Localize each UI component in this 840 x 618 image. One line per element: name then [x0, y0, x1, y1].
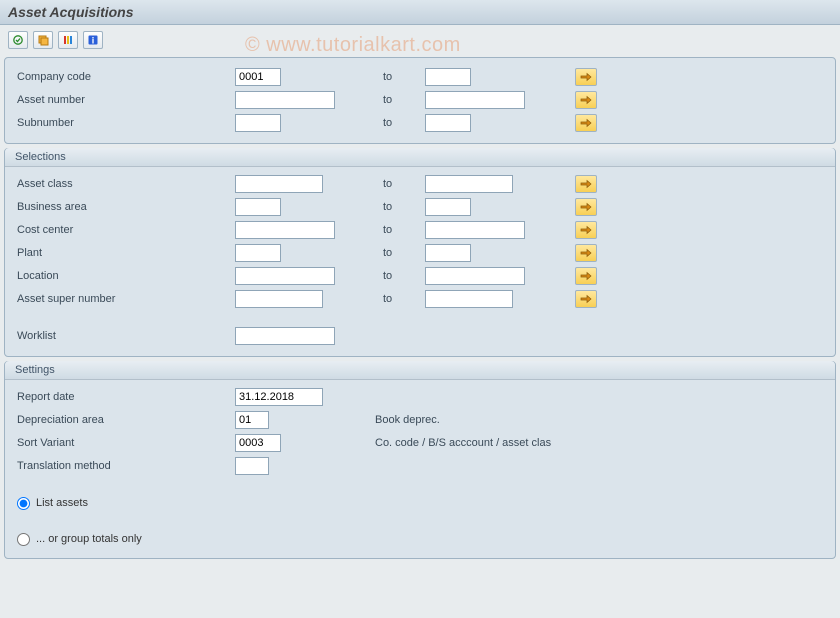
depreciation-area-field[interactable] — [235, 411, 269, 429]
multiple-selection-button[interactable] — [575, 198, 597, 216]
subnumber-label: Subnumber — [15, 117, 235, 129]
selections-header: Selections — [5, 148, 835, 167]
multiple-selection-button[interactable] — [575, 267, 597, 285]
field-row: Asset super number to — [15, 288, 825, 310]
field-row: Plant to — [15, 242, 825, 264]
sort-variant-field[interactable] — [235, 434, 281, 452]
cost-center-from[interactable] — [235, 221, 335, 239]
list-assets-label: List assets — [36, 497, 88, 509]
field-row: Company code to — [15, 66, 825, 88]
asset-super-number-to[interactable] — [425, 290, 513, 308]
depreciation-area-desc: Book deprec. — [365, 414, 665, 426]
main-selection-panel: Company code to Asset number to Subnumber to — [4, 57, 836, 144]
worklist-field[interactable] — [235, 327, 335, 345]
to-label: to — [365, 247, 425, 259]
to-label: to — [365, 224, 425, 236]
settings-panel: Settings Report date Depreciation area B… — [4, 361, 836, 559]
business-area-to[interactable] — [425, 198, 471, 216]
to-label: to — [365, 178, 425, 190]
to-label: to — [365, 117, 425, 129]
sort-variant-desc: Co. code / B/S acccount / asset clas — [365, 437, 665, 449]
asset-number-label: Asset number — [15, 94, 235, 106]
multiple-selection-button[interactable] — [575, 114, 597, 132]
svg-text:i: i — [92, 36, 95, 46]
translation-method-field[interactable] — [235, 457, 269, 475]
company-code-from[interactable] — [235, 68, 281, 86]
field-row: Location to — [15, 265, 825, 287]
asset-super-number-label: Asset super number — [15, 293, 235, 305]
cost-center-to[interactable] — [425, 221, 525, 239]
field-row: Asset number to — [15, 89, 825, 111]
list-assets-radio[interactable] — [17, 497, 30, 510]
translation-method-label: Translation method — [15, 460, 235, 472]
location-to[interactable] — [425, 267, 525, 285]
selections-panel: Selections Asset classtoBusiness areatoC… — [4, 148, 836, 357]
toolbar: i — [0, 25, 840, 53]
cost-center-label: Cost center — [15, 224, 235, 236]
plant-label: Plant — [15, 247, 235, 259]
to-label: to — [365, 293, 425, 305]
multiple-selection-button[interactable] — [575, 175, 597, 193]
to-label: to — [365, 71, 425, 83]
asset-class-from[interactable] — [235, 175, 323, 193]
group-totals-radio[interactable] — [17, 533, 30, 546]
field-row: Subnumber to — [15, 112, 825, 134]
get-variant-button[interactable] — [33, 31, 53, 49]
asset-class-to[interactable] — [425, 175, 513, 193]
report-date-label: Report date — [15, 391, 235, 403]
plant-from[interactable] — [235, 244, 281, 262]
field-row: Business area to — [15, 196, 825, 218]
asset-number-to[interactable] — [425, 91, 525, 109]
worklist-label: Worklist — [15, 330, 235, 342]
report-date-field[interactable] — [235, 388, 323, 406]
business-area-from[interactable] — [235, 198, 281, 216]
execute-button[interactable] — [8, 31, 28, 49]
to-label: to — [365, 270, 425, 282]
multiple-selection-button[interactable] — [575, 244, 597, 262]
sort-variant-label: Sort Variant — [15, 437, 235, 449]
location-from[interactable] — [235, 267, 335, 285]
multiple-selection-button[interactable] — [575, 91, 597, 109]
asset-number-from[interactable] — [235, 91, 335, 109]
to-label: to — [365, 94, 425, 106]
multiple-selection-button[interactable] — [575, 221, 597, 239]
to-label: to — [365, 201, 425, 213]
subnumber-from[interactable] — [235, 114, 281, 132]
depreciation-area-label: Depreciation area — [15, 414, 235, 426]
asset-class-label: Asset class — [15, 178, 235, 190]
company-code-label: Company code — [15, 71, 235, 83]
group-totals-label: ... or group totals only — [36, 533, 142, 545]
settings-header: Settings — [5, 361, 835, 380]
company-code-to[interactable] — [425, 68, 471, 86]
business-area-label: Business area — [15, 201, 235, 213]
multiple-selection-button[interactable] — [575, 68, 597, 86]
multiple-selection-button[interactable] — [575, 290, 597, 308]
field-row: Cost center to — [15, 219, 825, 241]
selection-options-button[interactable] — [58, 31, 78, 49]
asset-super-number-from[interactable] — [235, 290, 323, 308]
subnumber-to[interactable] — [425, 114, 471, 132]
page-title: Asset Acquisitions — [0, 0, 840, 25]
info-button[interactable]: i — [83, 31, 103, 49]
field-row: Asset class to — [15, 173, 825, 195]
plant-to[interactable] — [425, 244, 471, 262]
location-label: Location — [15, 270, 235, 282]
